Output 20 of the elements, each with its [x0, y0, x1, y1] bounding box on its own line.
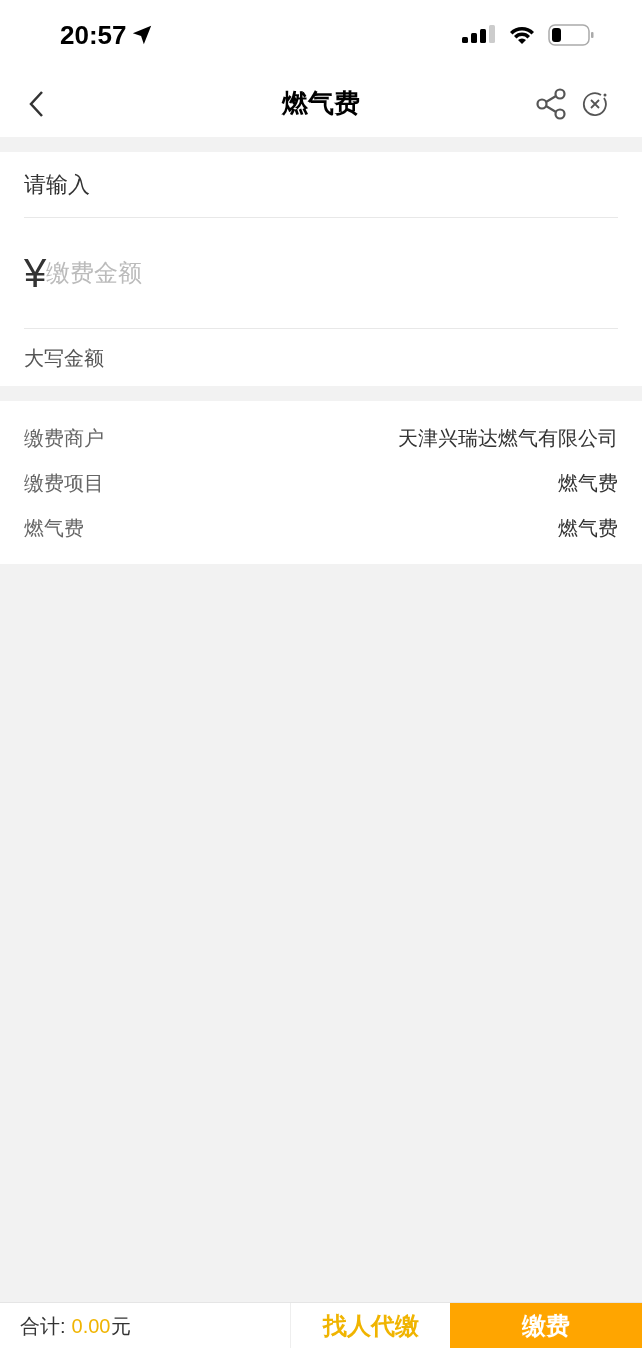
detail-label: 缴费项目 [24, 470, 104, 496]
share-icon[interactable] [536, 87, 566, 120]
battery-icon [548, 24, 594, 46]
detail-value: 燃气费 [558, 515, 618, 541]
page-title: 燃气费 [282, 87, 360, 120]
detail-value: 天津兴瑞达燃气有限公司 [398, 425, 618, 451]
close-icon[interactable] [582, 90, 608, 117]
detail-value: 燃气费 [558, 470, 618, 496]
wifi-icon [508, 25, 536, 45]
input-prompt: 请输入 [24, 171, 90, 199]
signal-icon [462, 25, 496, 45]
status-time: 20:57 [60, 18, 127, 52]
total-label: 合计: 0.00元 [20, 1313, 131, 1339]
pay-button[interactable]: 缴费 [450, 1303, 642, 1348]
currency-symbol: ¥ [24, 253, 47, 293]
detail-label: 缴费商户 [24, 425, 104, 451]
uppercase-amount-label: 大写金额 [24, 345, 104, 371]
back-chevron-icon [28, 89, 44, 118]
detail-label: 燃气费 [24, 515, 84, 541]
amount-field[interactable]: 缴费金额 [46, 255, 447, 291]
